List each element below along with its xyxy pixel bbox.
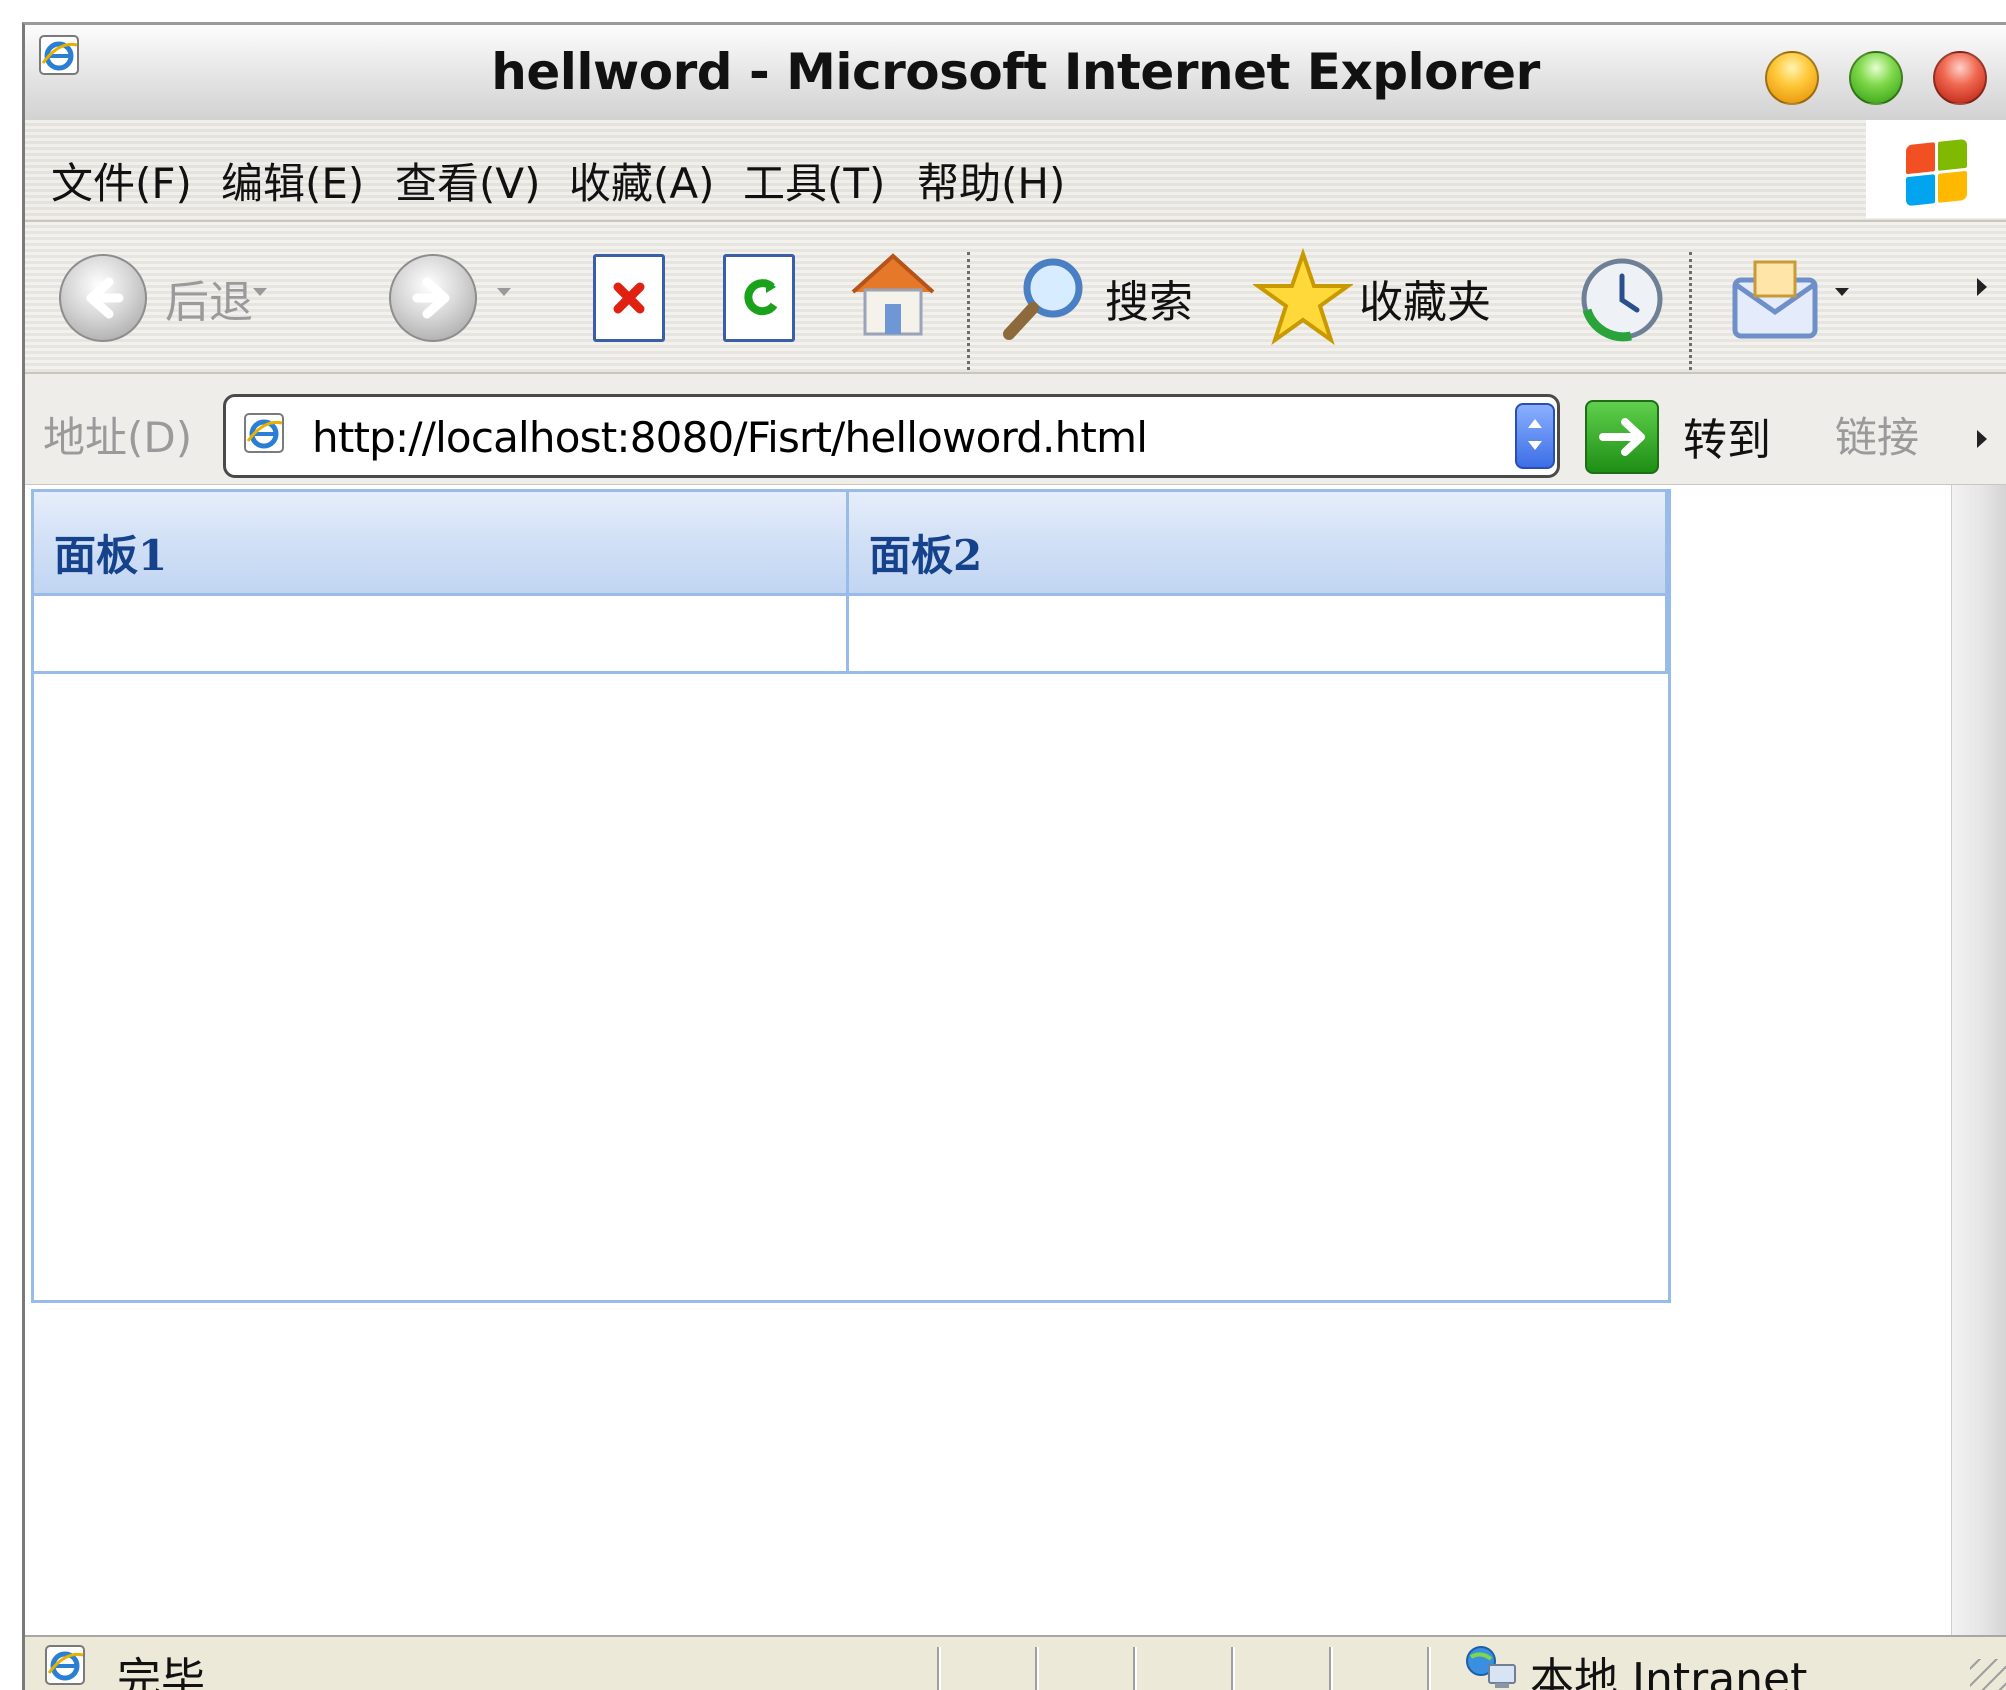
search-label[interactable]: 搜索 xyxy=(1105,266,1193,330)
page-content: 面板1 面板2 xyxy=(25,485,1951,1635)
status-divider xyxy=(1329,1647,1333,1690)
status-ie-icon xyxy=(45,1645,85,1685)
favorites-label[interactable]: 收藏夹 xyxy=(1359,266,1491,330)
links-button[interactable]: 链接 xyxy=(1835,404,1919,465)
go-button[interactable]: 转到 xyxy=(1683,404,1771,468)
tab-body-cell-1 xyxy=(34,596,849,674)
tab-label-1: 面板1 xyxy=(54,531,168,580)
refresh-icon[interactable] xyxy=(723,254,795,342)
address-dropdown-icon[interactable] xyxy=(1515,403,1555,469)
address-input[interactable]: http://localhost:8080/Fisrt/helloword.ht… xyxy=(223,394,1560,478)
mail-dropdown-icon[interactable] xyxy=(1835,288,1849,296)
status-text: 完毕 xyxy=(117,1654,205,1690)
status-divider xyxy=(1035,1647,1039,1690)
status-divider xyxy=(1427,1647,1431,1690)
status-divider xyxy=(1133,1647,1137,1690)
page-ie-icon xyxy=(244,413,284,453)
minimize-button[interactable] xyxy=(1765,51,1819,105)
menu-file[interactable]: 文件(F) xyxy=(51,150,192,211)
search-icon[interactable] xyxy=(995,248,1095,348)
favorites-star-icon[interactable] xyxy=(1251,247,1355,348)
history-icon[interactable] xyxy=(1577,254,1667,344)
go-arrow-icon[interactable] xyxy=(1585,400,1659,474)
menu-bar: 文件(F) 编辑(E) 查看(V) 收藏(A) 工具(T) 帮助(H) xyxy=(25,120,2006,222)
intranet-zone-icon xyxy=(1466,1646,1516,1688)
back-icon[interactable] xyxy=(59,254,147,342)
back-dropdown-icon[interactable] xyxy=(253,288,267,296)
tab-label-2: 面板2 xyxy=(869,531,983,580)
menu-view[interactable]: 查看(V) xyxy=(395,150,541,211)
status-divider xyxy=(1231,1647,1235,1690)
back-label[interactable]: 后退 xyxy=(165,266,253,330)
home-icon[interactable] xyxy=(843,244,943,344)
links-overflow-icon[interactable] xyxy=(1977,430,1987,448)
forward-dropdown-icon[interactable] xyxy=(497,288,511,296)
vertical-scrollbar[interactable] xyxy=(1951,485,2006,1635)
menu-edit[interactable]: 编辑(E) xyxy=(221,150,364,211)
stop-icon[interactable] xyxy=(593,254,665,342)
status-bar: 完毕 本地 Intranet xyxy=(25,1635,2006,1690)
menu-favorites[interactable]: 收藏(A) xyxy=(569,150,715,211)
window-title: hellword - Microsoft Internet Explorer xyxy=(491,43,1540,101)
status-divider xyxy=(937,1647,941,1690)
toolbar-separator xyxy=(1689,252,1692,370)
toolbar: 后退 搜索 收藏夹 xyxy=(25,222,2006,374)
tab-body-cell-2 xyxy=(849,596,1668,674)
title-bar[interactable]: hellword - Microsoft Internet Explorer xyxy=(25,25,2006,122)
menu-help[interactable]: 帮助(H) xyxy=(917,150,1065,211)
toolbar-separator xyxy=(967,252,970,370)
browser-window: hellword - Microsoft Internet Explorer 文… xyxy=(22,22,2006,1690)
security-zone-label: 本地 Intranet xyxy=(1530,1654,1808,1690)
menu-tools[interactable]: 工具(T) xyxy=(743,150,885,211)
resize-grip-icon[interactable] xyxy=(1970,1659,2006,1690)
address-url[interactable]: http://localhost:8080/Fisrt/helloword.ht… xyxy=(312,413,1148,462)
forward-icon[interactable] xyxy=(389,254,477,342)
tab-header-1[interactable]: 面板1 xyxy=(34,492,849,596)
address-label: 地址(D) xyxy=(43,413,193,462)
close-button[interactable] xyxy=(1933,51,1987,105)
maximize-button[interactable] xyxy=(1849,51,1903,105)
tab-panel: 面板1 面板2 xyxy=(31,489,1671,1303)
windows-logo-icon xyxy=(1866,120,2006,218)
toolbar-overflow-icon[interactable] xyxy=(1977,278,1987,296)
mail-icon[interactable] xyxy=(1727,254,1827,344)
tab-header-2[interactable]: 面板2 xyxy=(849,492,1668,596)
address-bar: 地址(D) http://localhost:8080/Fisrt/hellow… xyxy=(25,374,2006,485)
